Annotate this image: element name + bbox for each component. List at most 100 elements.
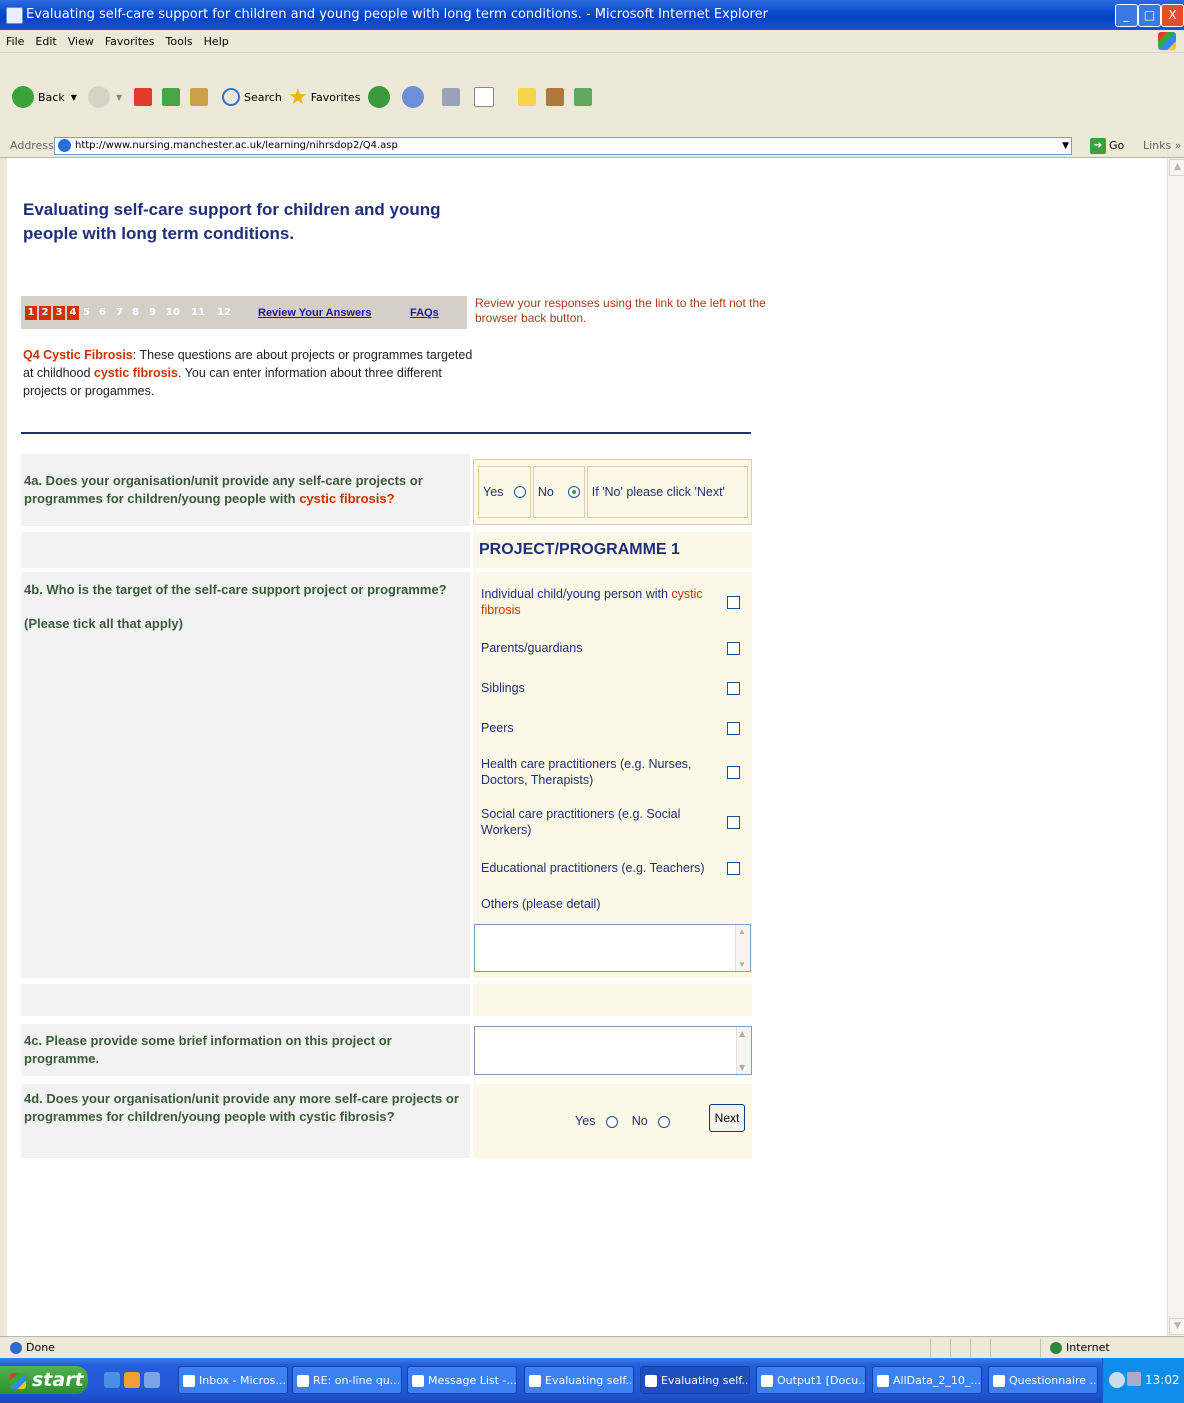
- page-scrollbar[interactable]: ▲ ▼: [1167, 158, 1184, 1336]
- answer-4d: Yes No Next: [473, 1084, 752, 1158]
- checkbox-educational[interactable]: [727, 862, 740, 875]
- page-link-2[interactable]: 2: [39, 306, 51, 320]
- taskbar-item[interactable]: Message List -...: [407, 1366, 517, 1394]
- review-note: Review your responses using the link to …: [475, 296, 766, 325]
- scroll-up-icon[interactable]: ▲: [738, 927, 746, 936]
- page-link-1[interactable]: 1: [25, 306, 37, 320]
- minimize-button[interactable]: _: [1115, 4, 1138, 27]
- taskbar-item[interactable]: Output1 [Docu...: [756, 1366, 866, 1394]
- stop-button[interactable]: [134, 85, 152, 109]
- section-divider: [21, 432, 751, 434]
- page-link-3[interactable]: 3: [53, 306, 65, 320]
- review-answers-link[interactable]: Review Your Answers: [258, 307, 372, 319]
- taskbar-item[interactable]: Inbox - Micros...: [178, 1366, 288, 1394]
- menu-help[interactable]: Help: [198, 30, 234, 48]
- history-button[interactable]: [368, 85, 390, 109]
- option-educational: Educational practitioners (e.g. Teachers…: [481, 860, 751, 876]
- ie-icon: [412, 1375, 424, 1387]
- ie-quicklaunch-icon[interactable]: [144, 1372, 160, 1388]
- faqs-link[interactable]: FAQs: [410, 307, 439, 319]
- question-4a: 4a. Does your organisation/unit provide …: [21, 454, 470, 526]
- page-link-8: 8: [132, 307, 139, 318]
- project-heading-cell: PROJECT/PROGRAMME 1: [473, 532, 752, 568]
- outlook-quicklaunch-icon[interactable]: [124, 1372, 140, 1388]
- taskbar-item[interactable]: Evaluating self...: [524, 1366, 634, 1394]
- messenger-button[interactable]: [574, 85, 592, 109]
- textarea-scrollbar[interactable]: ▲ ▼: [736, 1027, 751, 1074]
- home-button[interactable]: [190, 85, 208, 109]
- menu-edit[interactable]: Edit: [29, 30, 61, 48]
- option-health-care: Health care practitioners (e.g. Nurses, …: [481, 756, 751, 788]
- notes-button[interactable]: [518, 85, 536, 109]
- others-textarea[interactable]: ▲ ▼: [474, 924, 751, 972]
- menu-tools[interactable]: Tools: [160, 30, 198, 48]
- links-button[interactable]: Links »: [1143, 139, 1182, 152]
- search-button[interactable]: Search: [222, 85, 282, 109]
- radio-no-4a[interactable]: No: [532, 466, 585, 518]
- print-button[interactable]: [442, 85, 460, 109]
- next-button[interactable]: Next: [709, 1104, 745, 1132]
- project-info-textarea[interactable]: ▲ ▼: [474, 1026, 752, 1075]
- checkbox-health-care[interactable]: [727, 766, 740, 779]
- address-input[interactable]: http://www.nursing.manchester.ac.uk/lear…: [54, 137, 1072, 155]
- start-button[interactable]: start: [0, 1366, 88, 1394]
- others-label: Others (please detail): [481, 897, 601, 911]
- page-title: Evaluating self-care support for childre…: [23, 200, 441, 243]
- maximize-button[interactable]: □: [1138, 4, 1161, 27]
- taskbar-item-active[interactable]: Evaluating self...: [640, 1366, 750, 1394]
- question-4d: 4d. Does your organisation/unit provide …: [21, 1084, 470, 1158]
- chevron-down-icon[interactable]: ▼: [1062, 138, 1069, 154]
- edit-button[interactable]: [474, 85, 494, 109]
- scroll-down-icon[interactable]: ▼: [1169, 1318, 1184, 1335]
- refresh-button[interactable]: [162, 85, 180, 109]
- menu-view[interactable]: View: [62, 30, 99, 48]
- close-button[interactable]: X: [1161, 4, 1184, 27]
- document-icon: [761, 1375, 773, 1387]
- checkbox-siblings[interactable]: [727, 682, 740, 695]
- mail-icon: [402, 86, 424, 108]
- forward-button[interactable]: ▼: [88, 85, 122, 109]
- scroll-down-icon[interactable]: ▼: [739, 1063, 745, 1072]
- checkbox-social-care[interactable]: [727, 816, 740, 829]
- radio-yes-4a[interactable]: Yes: [478, 466, 531, 518]
- status-divider: [950, 1339, 951, 1357]
- security-zone: Internet: [1050, 1341, 1110, 1354]
- research-button[interactable]: [546, 85, 564, 109]
- status-bar: Done Internet: [0, 1336, 1184, 1359]
- home-icon: [190, 88, 208, 106]
- taskbar-item[interactable]: AllData_2_10_...: [872, 1366, 982, 1394]
- ie-icon: [529, 1375, 541, 1387]
- back-button[interactable]: Back ▼: [12, 85, 77, 109]
- radio-yes-4d[interactable]: [605, 1115, 618, 1128]
- radio-yes-4a-control[interactable]: [513, 486, 526, 498]
- network-icon[interactable]: [1127, 1372, 1141, 1386]
- scroll-up-icon[interactable]: ▲: [739, 1029, 745, 1038]
- radio-no-4a-control[interactable]: [567, 486, 580, 498]
- menu-file[interactable]: File: [0, 30, 29, 48]
- ie-quicklaunch-icon[interactable]: [104, 1372, 120, 1388]
- menu-favorites[interactable]: Favorites: [99, 30, 160, 48]
- go-button[interactable]: ➔ Go: [1090, 138, 1124, 154]
- mail-button[interactable]: [402, 85, 424, 109]
- outlook-icon: [183, 1375, 195, 1387]
- checkbox-individual-child[interactable]: [727, 596, 740, 609]
- window-title-bar[interactable]: Evaluating self-care support for childre…: [0, 0, 1184, 30]
- taskbar-item[interactable]: RE: on-line qu...: [292, 1366, 402, 1394]
- radio-no-4d[interactable]: [658, 1115, 671, 1128]
- checkbox-peers[interactable]: [727, 722, 740, 735]
- clock[interactable]: 13:02: [1145, 1373, 1180, 1387]
- status-text: Done: [10, 1341, 55, 1354]
- back-arrow-icon: [12, 86, 34, 108]
- scroll-down-icon[interactable]: ▼: [738, 960, 746, 969]
- address-url: http://www.nursing.manchester.ac.uk/lear…: [75, 140, 398, 151]
- checkbox-parents[interactable]: [727, 642, 740, 655]
- textarea-scrollbar[interactable]: ▲ ▼: [735, 925, 750, 971]
- book-icon: [546, 88, 564, 106]
- page-link-6: 6: [99, 307, 106, 318]
- taskbar-item[interactable]: Questionnaire ...: [988, 1366, 1098, 1394]
- favorites-button[interactable]: ★ Favorites: [288, 85, 360, 110]
- option-parents: Parents/guardians: [481, 640, 751, 656]
- tray-arrow-icon[interactable]: [1109, 1372, 1125, 1388]
- scroll-up-icon[interactable]: ▲: [1169, 159, 1184, 176]
- page-link-4[interactable]: 4: [67, 306, 79, 320]
